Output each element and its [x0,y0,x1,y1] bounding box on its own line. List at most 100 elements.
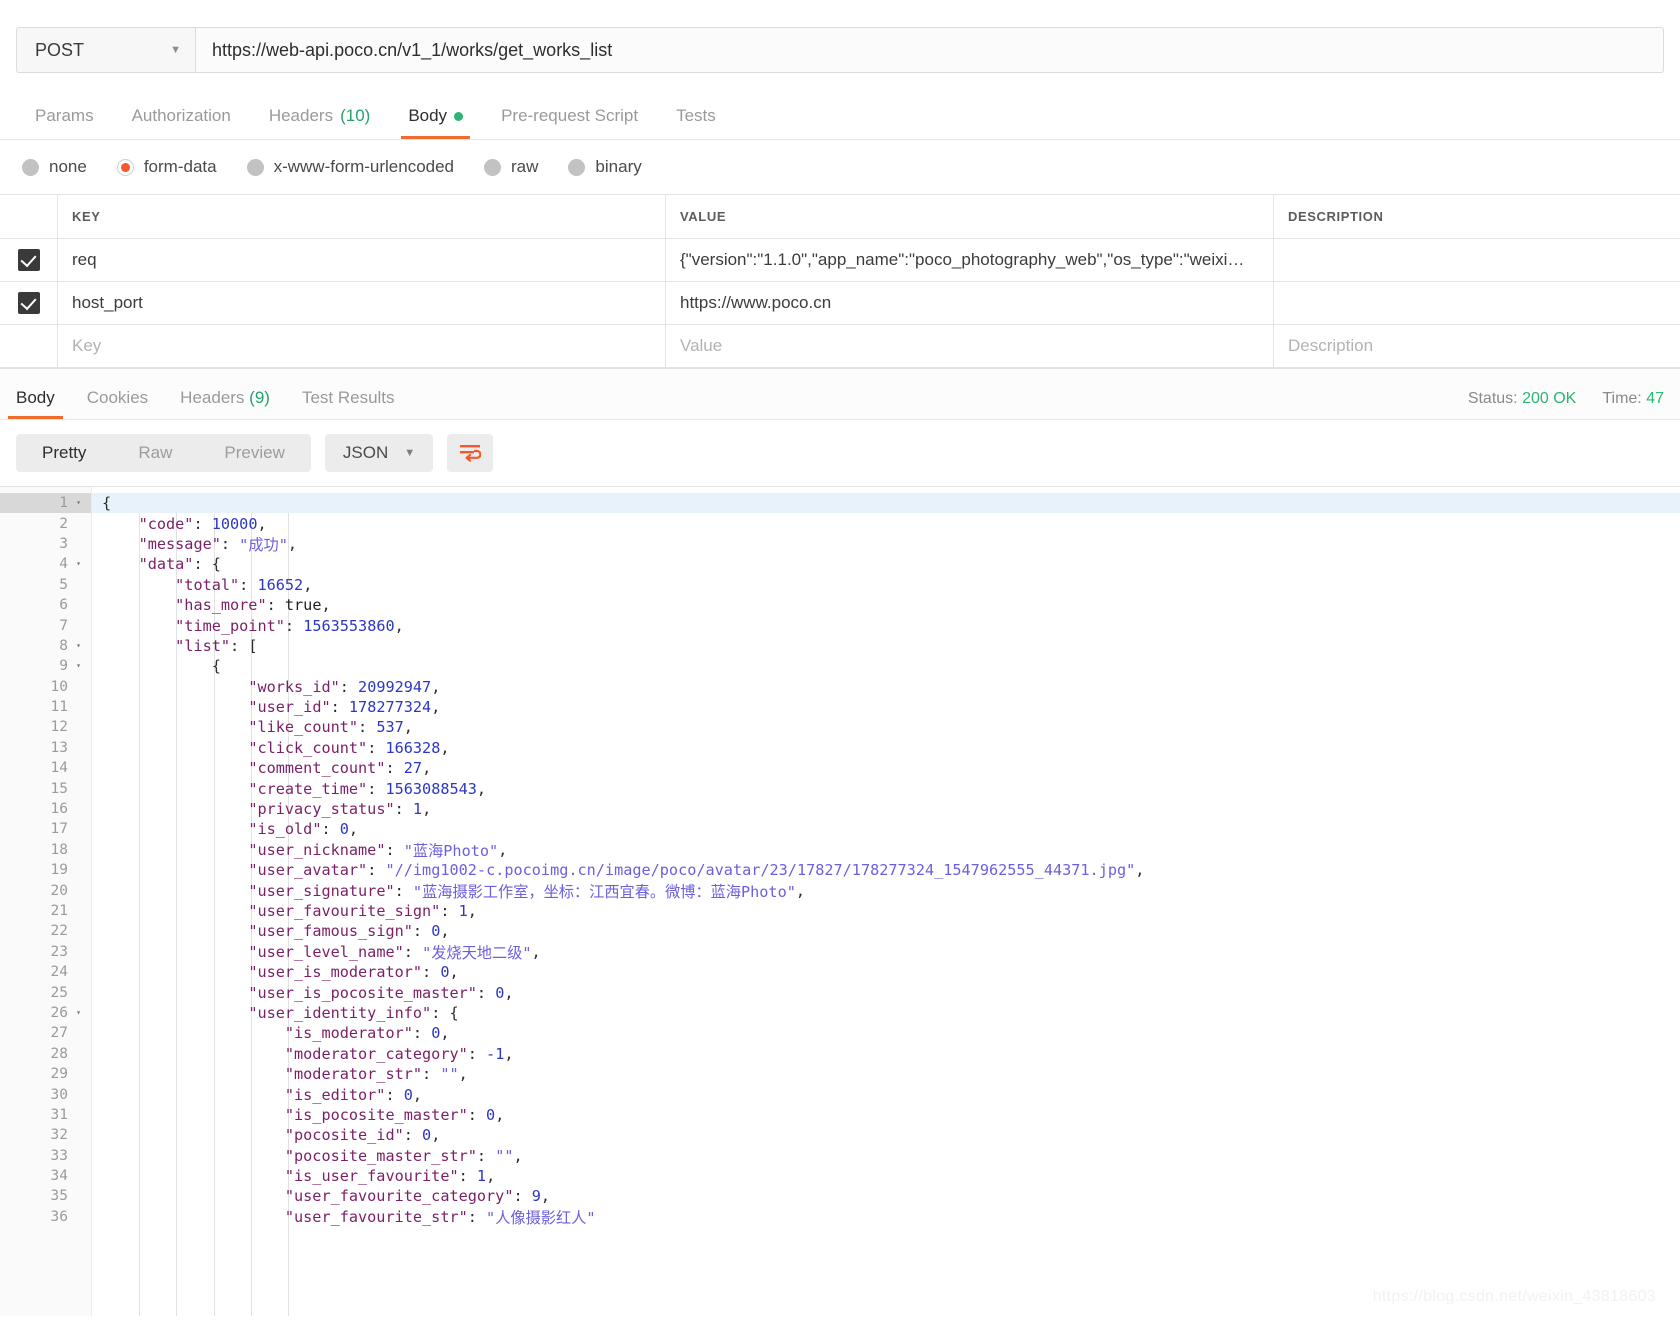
fold-toggle-icon[interactable]: ▾ [74,641,83,650]
status-label: Status: [1467,390,1518,407]
view-mode-raw[interactable]: Raw [112,434,198,472]
http-method-select[interactable]: POST ▼ [16,27,196,73]
response-tab-cookies[interactable]: Cookies [71,388,164,419]
line-number: 18▾ [0,840,91,860]
http-method-label: POST [35,39,85,60]
body-type-none[interactable]: none [22,157,87,177]
response-header: Body Cookies Headers (9) Test Results Statu… [0,368,1680,420]
line-number: 1 ▾ [0,493,91,514]
fold-toggle-icon[interactable]: ▾ [74,499,83,507]
response-tab-label: Test Results [301,388,395,407]
request-tab-headers[interactable]: Headers (10) [250,106,390,139]
json-token-pun: , [440,738,450,757]
json-token-str: "" [495,1146,514,1165]
radio-button-icon[interactable] [116,158,134,176]
line-number-text: 31 [50,1106,68,1123]
json-token-key: "user_is_moderator" [248,963,423,982]
json-token-pun: : [385,840,404,859]
line-number: 2▾ [0,513,91,533]
radio-button-icon[interactable] [568,158,586,176]
json-token-str: "蓝海摄影工作室，坐标：江西宜春。微博：蓝海Photo" [412,882,796,901]
request-tab-tests[interactable]: Tests [657,106,735,139]
json-token-pun: : [385,759,404,778]
json-token-pun: : [467,1044,487,1063]
response-tab-label: Headers [180,388,245,407]
value-input[interactable]: https://www.poco.cn [666,282,1274,324]
request-tab-pre-request-script[interactable]: Pre-request Script [482,106,657,139]
line-number: 3▾ [0,534,91,554]
radio-button-icon[interactable] [246,158,264,176]
json-token-num: 1 [412,800,423,819]
row-checkbox-cell-empty [0,325,58,367]
json-token-pun: : [358,718,377,737]
request-tab-label: Body [408,106,448,125]
code-line: "is_moderator": 0, [92,1023,1680,1043]
json-code-area[interactable]: { "code": 10000, "message": "成功", "data"… [92,487,1680,1316]
line-number: 34▾ [0,1166,91,1186]
response-tab-headers[interactable]: Headers (9) [164,388,286,419]
line-number-text: 17 [50,821,68,838]
line-number: 7▾ [0,615,91,635]
json-token-pun: : [458,1167,477,1186]
code-line: "code": 10000, [92,513,1680,533]
row-enabled-checkbox[interactable] [17,292,40,314]
description-input[interactable] [1274,239,1680,281]
view-mode-preview[interactable]: Preview [198,434,310,472]
json-token-key: "total" [175,575,240,594]
json-token-pun: , [504,1044,514,1063]
fold-toggle-icon[interactable]: ▾ [74,1008,83,1017]
json-token-key: "user_favourite_category" [284,1187,514,1206]
code-line: "moderator_str": "", [92,1064,1680,1084]
view-mode-pretty[interactable]: Pretty [16,434,112,472]
response-format-select[interactable]: JSON ▼ [324,434,434,472]
value-input[interactable]: {"version":"1.1.0","app_name":"poco_phot… [666,239,1274,281]
body-type-form-data[interactable]: form-data [116,157,217,177]
description-input-empty[interactable]: Description [1274,325,1680,367]
table-row[interactable]: host_port https://www.poco.cn [0,282,1680,325]
line-number-text: 20 [50,882,68,899]
table-row-empty[interactable]: Key Value Description [0,325,1680,368]
json-token-pun: , [440,922,450,941]
line-number-text: 11 [50,699,68,716]
json-token-num: 0 [422,1126,432,1145]
response-tab-test-results[interactable]: Test Results [286,388,411,419]
request-tab-authorization[interactable]: Authorization [113,106,250,139]
row-enabled-checkbox[interactable] [17,249,40,271]
json-token-pun: , [540,1187,551,1206]
fold-toggle-icon[interactable]: ▾ [74,662,83,670]
key-input[interactable]: req [58,239,666,281]
json-token-key: "user_favourite_sign" [248,902,441,920]
request-url-input[interactable]: https://web-api.poco.cn/v1_1/works/get_w… [196,27,1664,73]
value-input-empty[interactable]: Value [666,325,1274,367]
body-type-binary[interactable]: binary [568,157,642,177]
json-token-bool: true [284,596,322,615]
line-number: 20▾ [0,880,91,900]
response-tab-body[interactable]: Body [0,388,71,419]
fold-toggle-icon[interactable]: ▾ [74,560,83,568]
request-tab-params[interactable]: Params [16,106,113,139]
json-token-num: 0 [431,922,441,941]
json-token-pun: : [266,596,285,615]
line-number: 29▾ [0,1064,91,1084]
description-input[interactable] [1274,282,1680,324]
word-wrap-toggle[interactable] [447,434,494,472]
radio-button-icon[interactable] [22,158,39,176]
request-tab-body[interactable]: Body [389,106,482,139]
table-row[interactable]: req {"version":"1.1.0","app_name":"poco_p… [0,239,1680,282]
key-input[interactable]: host_port [58,282,666,324]
key-input-empty[interactable]: Key [58,325,666,367]
json-token-pun: , [422,759,432,778]
code-line: "data": { [92,554,1680,574]
body-type-x-www-form-urlencoded[interactable]: x-www-form-urlencoded [246,157,454,177]
response-body-viewer[interactable]: 1▾2▾3▾4▾5▾6▾7▾8▾9▾10▾11▾12▾13▾14▾15▾16▾1… [0,486,1680,1316]
code-line: "message": "成功", [92,534,1680,554]
json-token-pun: : [412,1024,432,1043]
radio-button-icon[interactable] [484,158,502,176]
line-number: 26 ▾ [0,1003,91,1023]
body-type-raw[interactable]: raw [484,157,538,177]
request-tab-label: Headers [268,106,334,125]
